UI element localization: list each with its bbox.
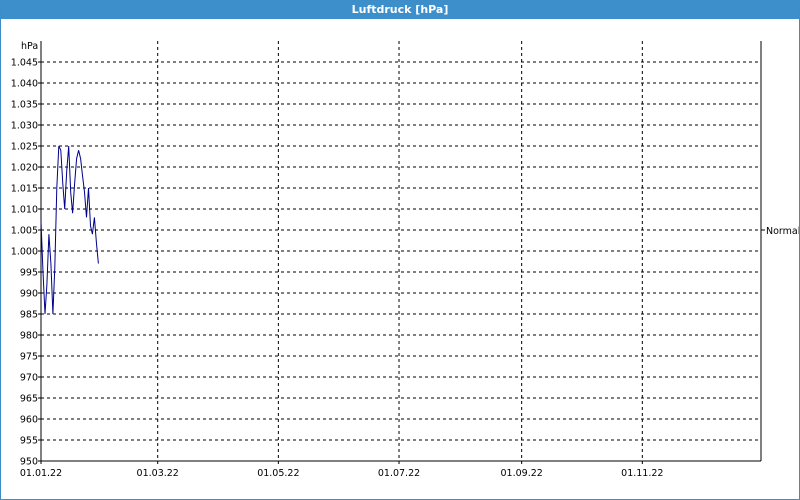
y-tick-label: 995 bbox=[20, 268, 38, 279]
line-chart: 950 955 960 965 970 975 980 985 990 995 1.000 1.005… bbox=[11, 41, 799, 479]
y-tick-label: 1.025 bbox=[11, 142, 38, 153]
x-tick-label: 01.05.22 bbox=[257, 468, 299, 479]
y-tick-label: 975 bbox=[20, 352, 38, 363]
y-tick-label: 955 bbox=[20, 436, 38, 447]
y-axis-label: hPa bbox=[21, 41, 38, 52]
chart-window: Luftdruck [hPa] 950 955 960 965 970 975 980 985… bbox=[0, 0, 800, 500]
reference-label: Normal bbox=[766, 226, 799, 237]
grid bbox=[41, 41, 761, 461]
labels: 950 955 960 965 970 975 980 985 990 995 1.000 1.005… bbox=[11, 41, 799, 479]
y-tick-label: 1.005 bbox=[11, 226, 38, 237]
y-tick-label: 1.000 bbox=[11, 247, 38, 258]
y-tick-label: 960 bbox=[20, 415, 38, 426]
y-tick-label: 950 bbox=[20, 457, 38, 468]
x-tick-label: 01.11.22 bbox=[621, 468, 663, 479]
y-tick-label: 965 bbox=[20, 394, 38, 405]
y-tick-label: 1.015 bbox=[11, 184, 38, 195]
x-tick-label: 01.07.22 bbox=[378, 468, 420, 479]
y-tick-label: 1.030 bbox=[11, 121, 38, 132]
x-tick-label: 01.03.22 bbox=[137, 468, 179, 479]
y-tick-label: 1.045 bbox=[11, 58, 38, 69]
y-tick-label: 1.020 bbox=[11, 163, 38, 174]
y-tick-label: 985 bbox=[20, 310, 38, 321]
x-tick-label: 01.01.22 bbox=[20, 468, 62, 479]
y-tick-label: 990 bbox=[20, 289, 38, 300]
x-tick-label: 01.09.22 bbox=[501, 468, 543, 479]
y-tick-label: 980 bbox=[20, 331, 38, 342]
y-tick-label: 1.040 bbox=[11, 79, 38, 90]
y-tick-label: 970 bbox=[20, 373, 38, 384]
y-tick-label: 1.010 bbox=[11, 205, 38, 216]
y-tick-label: 1.035 bbox=[11, 100, 38, 111]
